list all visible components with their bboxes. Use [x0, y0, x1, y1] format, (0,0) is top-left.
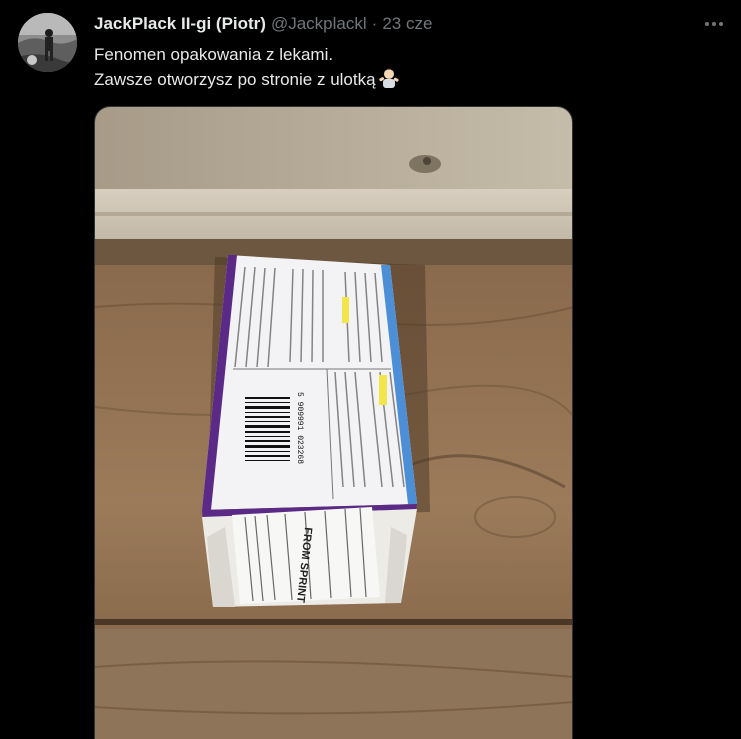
medicine-box-photo: 5 909991 023268 FROM SPRINT	[95, 107, 572, 739]
tweet-text: Fenomen opakowania z lekami. Zawsze otwo…	[94, 42, 400, 96]
more-horizontal-icon	[705, 22, 723, 26]
user-handle[interactable]: @Jackplackl	[271, 14, 367, 34]
tweet-text-line-2: Zawsze otworzysz po stronie z ulotką	[94, 70, 376, 89]
display-name[interactable]: JackPlack II-gi (Piotr)	[94, 14, 266, 34]
tweet-header: JackPlack II-gi (Piotr) @Jackplackl · 23…	[94, 13, 432, 35]
separator-dot: ·	[371, 14, 378, 33]
man-shrugging-emoji-icon	[378, 67, 400, 96]
barcode-digits: 5 909991 023268	[295, 392, 304, 464]
tweet-timestamp[interactable]: 23 cze	[382, 14, 432, 34]
tweet-photo[interactable]: 5 909991 023268 FROM SPRINT	[94, 106, 573, 739]
tweet[interactable]: JackPlack II-gi (Piotr) @Jackplackl · 23…	[0, 0, 741, 739]
avatar-photo	[18, 13, 77, 72]
more-options-button[interactable]	[700, 10, 728, 38]
avatar[interactable]	[18, 13, 77, 72]
tweet-text-line-1: Fenomen opakowania z lekami.	[94, 45, 334, 64]
